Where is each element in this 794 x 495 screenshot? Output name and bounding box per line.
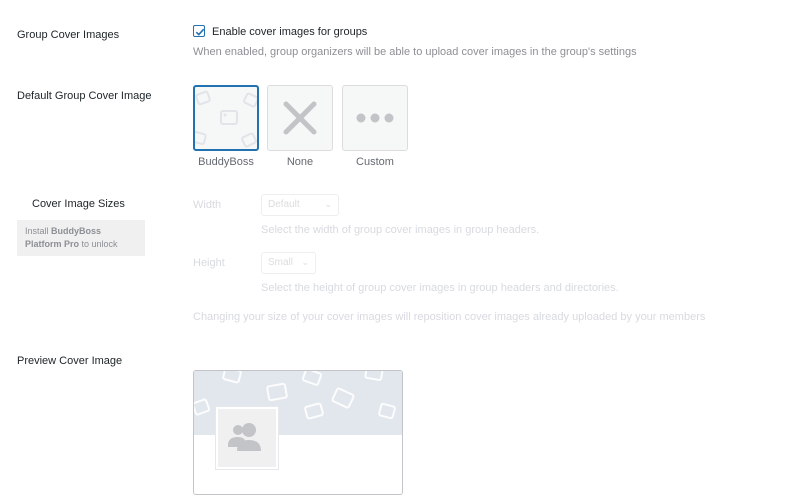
enable-cover-images-help: When enabled, group organizers will be a… — [193, 46, 637, 58]
cover-option-none[interactable] — [267, 85, 333, 151]
height-select: Small ⌄ — [261, 252, 316, 274]
pro-unlock-notice: Install BuddyBoss Platform Pro to unlock — [17, 220, 145, 256]
height-label: Height — [193, 257, 225, 269]
cover-size-note: Changing your size of your cover images … — [193, 311, 706, 323]
group-avatar-icon — [228, 423, 261, 451]
chevron-down-icon: ⌄ — [301, 257, 309, 267]
enable-cover-images-label[interactable]: Enable cover images for groups — [212, 26, 367, 38]
cover-option-custom[interactable] — [342, 85, 408, 151]
cover-option-custom-label: Custom — [356, 156, 394, 168]
image-pattern-icon — [195, 90, 257, 148]
checkmark-icon — [195, 28, 205, 36]
preview-cover-image-label: Preview Cover Image — [17, 355, 123, 367]
height-help: Select the height of group cover images … — [261, 282, 619, 294]
cover-preview — [193, 370, 403, 495]
cover-image-sizes-label: Cover Image Sizes — [32, 198, 125, 210]
width-select-value: Default — [268, 199, 300, 210]
chevron-down-icon: ⌄ — [324, 199, 332, 209]
ellipsis-icon — [356, 113, 394, 123]
group-cover-images-label: Group Cover Images — [17, 29, 120, 41]
width-select: Default ⌄ — [261, 194, 339, 216]
cover-option-none-label: None — [286, 156, 314, 168]
cover-option-buddyboss-label: BuddyBoss — [198, 156, 254, 168]
enable-cover-images-checkbox[interactable] — [193, 25, 205, 37]
group-avatar — [216, 407, 278, 469]
x-icon — [283, 101, 317, 135]
pro-notice-prefix: Install — [25, 226, 52, 236]
width-label: Width — [193, 199, 222, 211]
pro-notice-suffix: to unlock — [79, 239, 118, 249]
height-select-value: Small — [268, 257, 294, 268]
cover-option-buddyboss[interactable] — [193, 85, 259, 151]
default-cover-image-label: Default Group Cover Image — [17, 90, 152, 102]
width-help: Select the width of group cover images i… — [261, 224, 540, 236]
